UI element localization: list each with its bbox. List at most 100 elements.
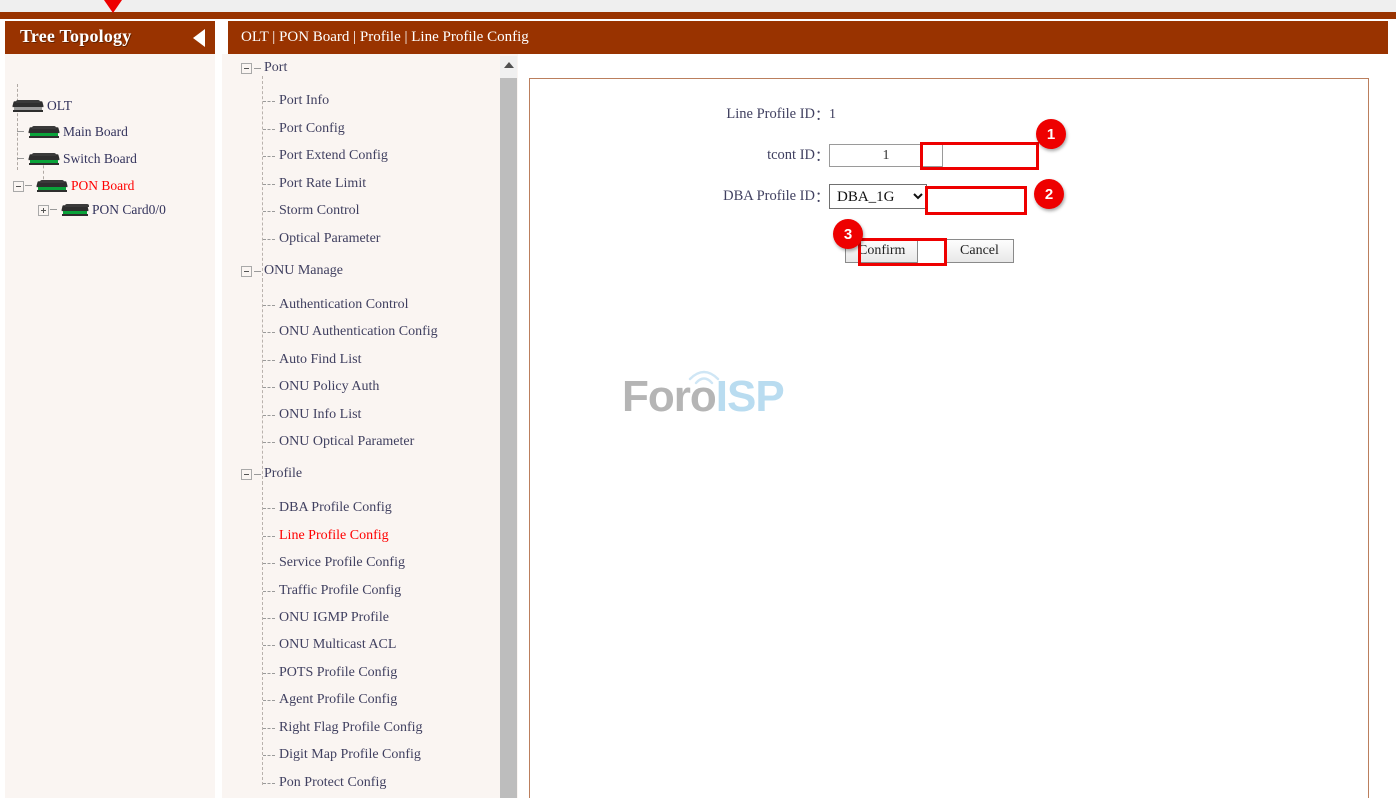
menu-connector-tee: [262, 750, 276, 760]
menu-item-traffic-profile-config[interactable]: Traffic Profile Config: [262, 582, 401, 600]
menu-connector-tee: [262, 695, 276, 705]
tree-node-pon-card[interactable]: PON Card0/0: [38, 200, 166, 220]
tree-topology-header: Tree Topology: [5, 21, 215, 54]
menu-item-onu-multicast-acl[interactable]: ONU Multicast ACL: [262, 636, 396, 654]
breadcrumb-bar: OLT | PON Board | Profile | Line Profile…: [228, 21, 1388, 54]
menu-expander-minus-icon[interactable]: [241, 469, 252, 480]
menu-item-line-profile-config[interactable]: Line Profile Config: [262, 527, 389, 545]
menu-group-label: Profile: [264, 466, 302, 482]
menu-connector-tee: [262, 300, 276, 310]
menu-scrollbar[interactable]: [500, 56, 517, 798]
line-profile-id-row: Line Profile ID ： 1: [710, 104, 970, 125]
annotation-badge-number: 2: [1045, 186, 1053, 203]
menu-connector-tee: [262, 206, 276, 216]
dba-profile-id-select[interactable]: DBA_1G: [829, 184, 927, 209]
menu-item-onu-igmp-profile[interactable]: ONU IGMP Profile: [262, 609, 389, 627]
line-profile-form: Line Profile ID ： 1 tcont ID ： DBA Profi…: [530, 79, 1370, 279]
tree-node-pon-board[interactable]: PON Board: [13, 176, 134, 196]
menu-connector-tee: [262, 410, 276, 420]
annotation-badge-3: 3: [833, 219, 863, 249]
tree-topology-panel: Tree Topology OLT Main Board: [5, 21, 215, 798]
menu-item-optical-parameter[interactable]: Optical Parameter: [262, 230, 380, 248]
form-actions: Confirm Cancel: [845, 239, 1014, 263]
tree-node-label: Main Board: [63, 124, 128, 140]
menu-item-onu-authentication-config[interactable]: ONU Authentication Config: [262, 323, 438, 341]
menu-item-label: Auto Find List: [279, 352, 361, 368]
tcont-id-input[interactable]: [829, 144, 943, 167]
wifi-signal-icon: [686, 367, 722, 387]
menu-group-profile[interactable]: Profile: [241, 465, 302, 483]
menu-item-onu-policy-auth[interactable]: ONU Policy Auth: [262, 378, 379, 396]
menu-item-dba-profile-config[interactable]: DBA Profile Config: [262, 499, 392, 517]
app-root: Tree Topology OLT Main Board: [0, 0, 1396, 798]
menu-connector-tee: [262, 437, 276, 447]
menu-item-onu-optical-parameter[interactable]: ONU Optical Parameter: [262, 433, 414, 451]
menu-item-agent-profile-config[interactable]: Agent Profile Config: [262, 691, 397, 709]
device-board-icon: [35, 180, 69, 193]
menu-item-label: Traffic Profile Config: [279, 583, 401, 599]
menu-group-label: ONU Manage: [264, 263, 343, 279]
menu-item-label: Storm Control: [279, 203, 360, 219]
scroll-up-arrow-icon[interactable]: [500, 56, 517, 73]
menu-group-label: Port: [264, 60, 287, 76]
navigation-menu-panel: Port Port Info Port Config Port Extend C…: [222, 54, 518, 798]
tree-expander-plus-icon[interactable]: [38, 205, 49, 216]
menu-item-label: ONU IGMP Profile: [279, 610, 389, 626]
menu-connector-tee: [262, 382, 276, 392]
menu-group-port[interactable]: Port: [241, 59, 287, 77]
menu-item-port-info[interactable]: Port Info: [262, 92, 329, 110]
line-profile-id-label: Line Profile ID: [710, 106, 815, 123]
menu-connector-tee: [262, 640, 276, 650]
menu-item-port-extend-config[interactable]: Port Extend Config: [262, 147, 388, 165]
menu-item-label: ONU Policy Auth: [279, 379, 379, 395]
dba-profile-id-row: DBA Profile ID ： DBA_1G: [710, 184, 927, 209]
menu-item-right-flag-profile-config[interactable]: Right Flag Profile Config: [262, 719, 423, 737]
menu-expander-minus-icon[interactable]: [241, 266, 252, 277]
menu-group-onu-manage[interactable]: ONU Manage: [241, 262, 343, 280]
tree-node-label: PON Board: [71, 178, 134, 194]
menu-scrollbar-thumb[interactable]: [500, 78, 517, 798]
navigation-menu-list: Port Port Info Port Config Port Extend C…: [222, 54, 504, 798]
menu-item-label: ONU Authentication Config: [279, 324, 438, 340]
menu-item-authentication-control[interactable]: Authentication Control: [262, 296, 408, 314]
tree-node-main-board[interactable]: Main Board: [17, 122, 128, 142]
foroisp-watermark: ForoISP: [622, 369, 782, 429]
menu-item-digit-map-profile-config[interactable]: Digit Map Profile Config: [262, 746, 421, 764]
device-board-icon: [27, 126, 61, 139]
collapse-left-arrow-icon[interactable]: [193, 29, 205, 47]
cancel-button[interactable]: Cancel: [944, 239, 1014, 263]
red-pointer-marker-icon: [104, 0, 122, 13]
dba-profile-id-separator: ：: [815, 186, 829, 207]
menu-connector-dash: [254, 474, 261, 475]
menu-connector-dash: [254, 68, 261, 69]
menu-connector-tee: [262, 503, 276, 513]
menu-connector-tee: [262, 96, 276, 106]
menu-item-label: DBA Profile Config: [279, 500, 392, 516]
tcont-id-row: tcont ID ：: [710, 144, 943, 167]
menu-item-label: Port Config: [279, 121, 345, 137]
menu-connector-tee: [262, 355, 276, 365]
menu-item-port-rate-limit[interactable]: Port Rate Limit: [262, 175, 366, 193]
tree-node-label: Switch Board: [63, 151, 137, 167]
menu-item-onu-info-list[interactable]: ONU Info List: [262, 406, 361, 424]
menu-item-label: Service Profile Config: [279, 555, 405, 571]
menu-connector-tee: [262, 179, 276, 189]
tree-expander-minus-icon[interactable]: [13, 181, 24, 192]
tree-node-olt[interactable]: OLT: [11, 96, 72, 116]
menu-item-pon-protect-config[interactable]: Pon Protect Config: [262, 774, 386, 792]
menu-item-label: Port Rate Limit: [279, 176, 366, 192]
menu-connector-tee: [262, 778, 276, 788]
menu-item-port-config[interactable]: Port Config: [262, 120, 345, 138]
menu-connector-tee: [262, 327, 276, 337]
menu-item-service-profile-config[interactable]: Service Profile Config: [262, 554, 405, 572]
menu-connector-tee: [262, 613, 276, 623]
menu-connector-tee: [262, 234, 276, 244]
tree-node-switch-board[interactable]: Switch Board: [17, 149, 137, 169]
watermark-text-isp: ISP: [716, 372, 784, 421]
menu-item-auto-find-list[interactable]: Auto Find List: [262, 351, 361, 369]
menu-expander-minus-icon[interactable]: [241, 63, 252, 74]
menu-item-storm-control[interactable]: Storm Control: [262, 202, 360, 220]
tcont-id-separator: ：: [815, 145, 829, 166]
menu-item-pots-profile-config[interactable]: POTS Profile Config: [262, 664, 397, 682]
dba-profile-id-label: DBA Profile ID: [710, 188, 815, 205]
